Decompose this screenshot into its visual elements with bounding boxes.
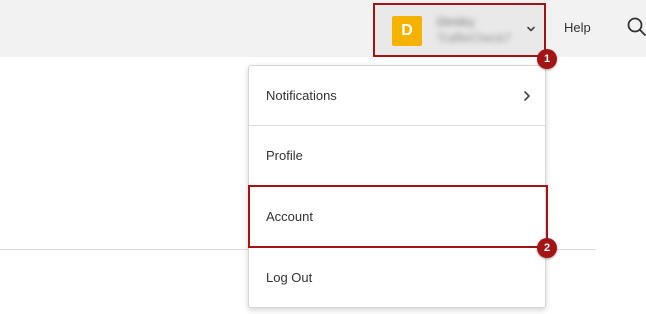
menu-item-profile[interactable]: Profile: [249, 126, 545, 186]
chevron-right-icon: [524, 91, 530, 101]
menu-item-label: Profile: [266, 148, 303, 163]
step-badge-1: 1: [537, 49, 557, 69]
user-organization: TraffieCheck7: [437, 31, 512, 45]
menu-item-account[interactable]: Account: [248, 185, 548, 248]
user-avatar: D: [392, 16, 422, 46]
menu-item-label: Account: [266, 209, 313, 224]
menu-item-label: Notifications: [266, 88, 337, 103]
search-icon[interactable]: [626, 16, 646, 38]
user-account-switcher[interactable]: D Dimitry TraffieCheck7: [373, 3, 546, 57]
menu-item-notifications[interactable]: Notifications: [249, 66, 545, 126]
menu-item-label: Log Out: [266, 270, 313, 285]
user-name: Dimitry: [437, 15, 475, 29]
chevron-down-icon: [527, 26, 535, 32]
user-menu-dropdown: Notifications Profile Account Log Out: [248, 65, 548, 308]
menu-item-log-out[interactable]: Log Out: [249, 248, 545, 308]
user-info: Dimitry TraffieCheck7: [437, 15, 517, 49]
step-badge-2: 2: [537, 238, 557, 258]
help-link[interactable]: Help: [564, 19, 591, 37]
